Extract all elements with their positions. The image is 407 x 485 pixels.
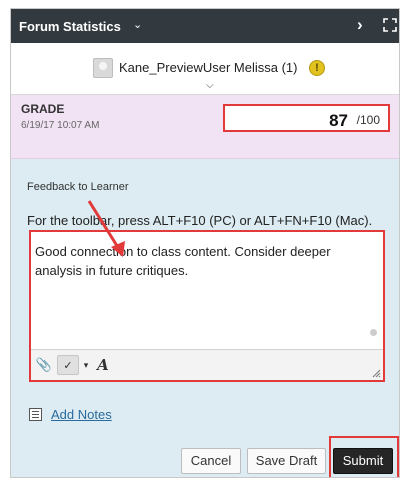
warning-icon: ! bbox=[309, 60, 325, 76]
submit-button[interactable]: Submit bbox=[333, 448, 393, 474]
cancel-button[interactable]: Cancel bbox=[181, 448, 241, 474]
spellcheck-icon[interactable]: ✓ bbox=[57, 355, 79, 375]
grading-panel: Forum Statistics ⌄ › Kane_PreviewUser Me… bbox=[10, 8, 400, 478]
chevron-right-icon[interactable]: › bbox=[357, 15, 363, 35]
resize-handle-icon[interactable] bbox=[371, 368, 381, 378]
feedback-editor[interactable]: Good connection to class content. Consid… bbox=[29, 230, 385, 382]
add-notes-link[interactable]: Add Notes bbox=[51, 407, 112, 422]
caret-down-icon[interactable]: ▾ bbox=[81, 355, 91, 375]
font-icon[interactable]: A bbox=[93, 355, 113, 375]
paperclip-icon[interactable]: 📎 bbox=[35, 355, 53, 375]
save-draft-button[interactable]: Save Draft bbox=[247, 448, 326, 474]
grade-date: 6/19/17 10:07 AM bbox=[21, 120, 100, 131]
chevron-down-icon[interactable]: ⌵ bbox=[206, 80, 214, 91]
grade-input[interactable]: 87 /100 bbox=[223, 104, 390, 132]
panel-header: Forum Statistics ⌄ › bbox=[11, 9, 399, 43]
grade-label: GRADE bbox=[21, 102, 65, 116]
grade-section: GRADE 6/19/17 10:07 AM 87 /100 bbox=[11, 95, 399, 159]
panel-title[interactable]: Forum Statistics bbox=[19, 19, 121, 34]
chevron-down-icon[interactable]: ⌄ bbox=[133, 18, 142, 31]
feedback-label: Feedback to Learner bbox=[27, 181, 129, 193]
notes-icon bbox=[29, 408, 42, 421]
grade-value: 87 bbox=[329, 111, 348, 130]
editor-toolbar: 📎 ✓ ▾ A bbox=[31, 349, 383, 380]
feedback-text[interactable]: Good connection to class content. Consid… bbox=[35, 242, 377, 280]
editor-status-dot bbox=[370, 329, 377, 336]
expand-icon[interactable] bbox=[383, 18, 397, 32]
user-selector[interactable]: Kane_PreviewUser Melissa (1) ! ⌵ bbox=[11, 43, 399, 95]
toolbar-instructions: For the toolbar, press ALT+F10 (PC) or A… bbox=[27, 213, 373, 228]
avatar bbox=[93, 58, 113, 78]
grade-max: /100 bbox=[356, 113, 380, 127]
user-name: Kane_PreviewUser Melissa (1) bbox=[119, 60, 298, 75]
